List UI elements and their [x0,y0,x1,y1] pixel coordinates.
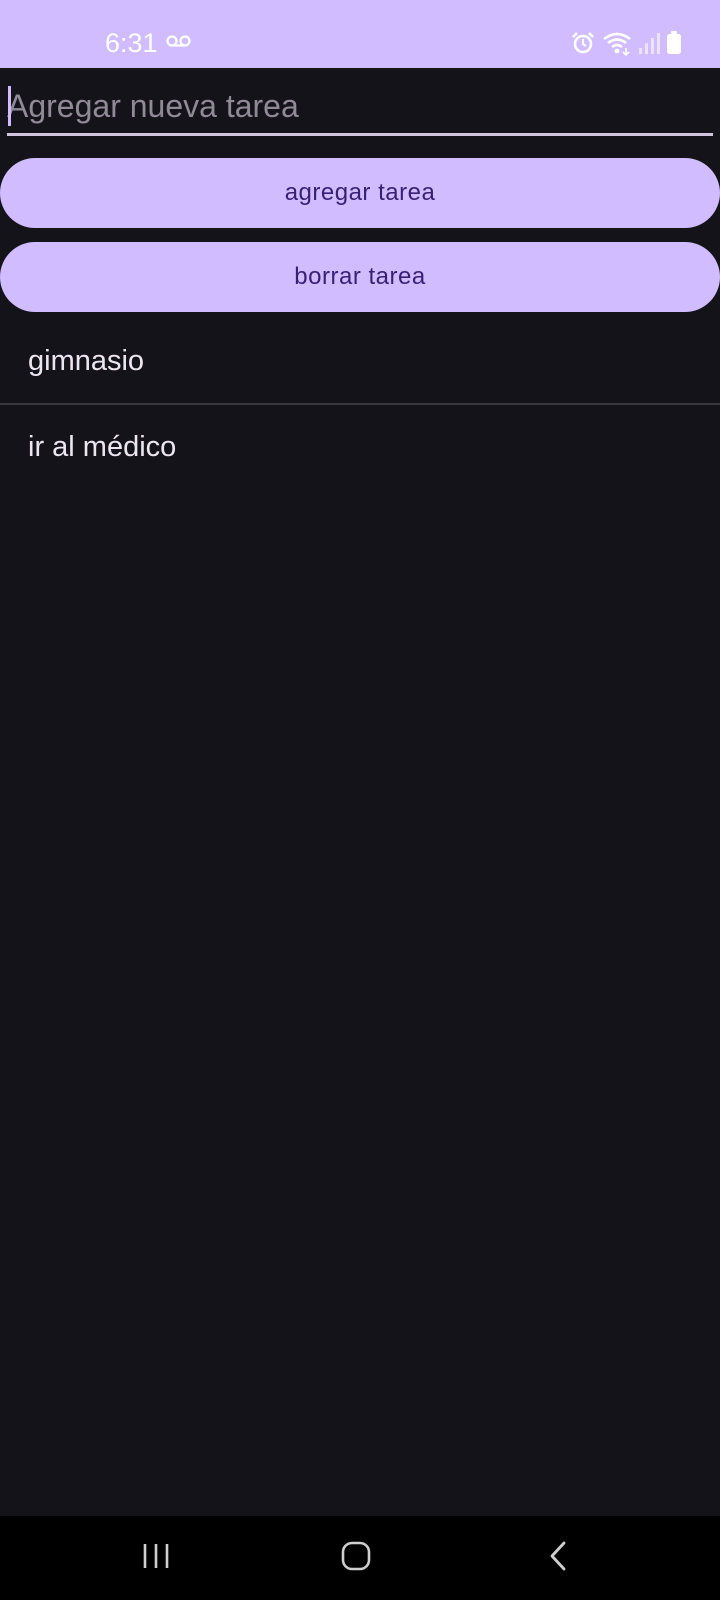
recents-icon [141,1541,171,1576]
voicemail-icon [166,33,192,53]
task-list-item[interactable]: gimnasio [0,320,720,405]
alarm-icon [570,30,596,56]
home-icon [340,1540,372,1577]
wifi-icon [602,30,632,56]
status-icons [570,30,682,56]
navigation-bar [0,1516,720,1600]
recents-button[interactable] [126,1536,186,1580]
battery-icon [666,31,682,55]
task-input-container [7,80,713,136]
text-cursor [8,86,11,126]
back-button[interactable] [528,1536,588,1580]
status-time: 6:31 [105,28,158,58]
home-button[interactable] [326,1536,386,1580]
signal-icon [638,31,660,55]
add-task-button[interactable]: agregar tarea [0,158,720,228]
new-task-input[interactable] [7,80,713,132]
task-list: gimnasio ir al médico [0,320,720,489]
status-bar: 6:31 [0,0,720,68]
task-label: ir al médico [28,430,177,463]
task-label: gimnasio [28,345,145,377]
app-screen: 6:31 Agregar nueva tarea agregar tarea b… [0,0,720,1600]
delete-task-button[interactable]: borrar tarea [0,242,720,312]
back-icon [546,1540,570,1577]
task-list-item[interactable]: ir al médico [0,405,720,489]
